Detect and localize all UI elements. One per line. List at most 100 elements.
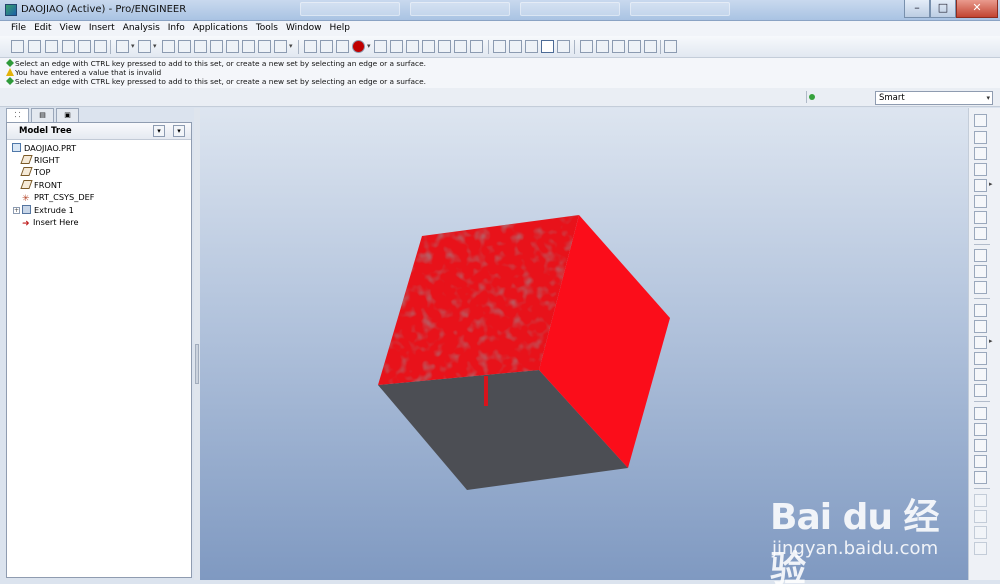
chamfer-tool-icon[interactable]: [974, 384, 987, 397]
layers-icon[interactable]: [454, 40, 467, 53]
sketch-datum-tool-icon[interactable]: [974, 227, 987, 240]
tree-item-top[interactable]: TOP: [20, 166, 50, 178]
view-manager-icon[interactable]: [470, 40, 483, 53]
toolbar-separator: [660, 40, 661, 54]
hidden-line-icon[interactable]: [509, 40, 522, 53]
find-icon[interactable]: [258, 40, 271, 53]
save-icon[interactable]: [45, 40, 58, 53]
tree-item-right[interactable]: RIGHT: [20, 154, 60, 166]
undo-icon[interactable]: [116, 40, 135, 53]
refit-icon[interactable]: [406, 40, 419, 53]
email-icon[interactable]: [78, 40, 91, 53]
datum-point-display-icon[interactable]: [612, 40, 625, 53]
menu-help[interactable]: Help: [325, 21, 354, 36]
csys-display-icon[interactable]: [628, 40, 641, 53]
show-menu-icon[interactable]: ▾: [153, 125, 165, 137]
sash-grip-icon[interactable]: [195, 344, 199, 384]
rib-tool-icon[interactable]: [974, 336, 993, 349]
maximize-button[interactable]: □: [930, 0, 956, 18]
menu-view[interactable]: View: [56, 21, 85, 36]
merge-tool-icon[interactable]: [974, 439, 987, 452]
appearance-ball-icon[interactable]: [352, 40, 371, 53]
menu-file[interactable]: File: [7, 21, 30, 36]
minimize-button[interactable]: –: [904, 0, 930, 18]
extrude-tool-icon[interactable]: [974, 249, 987, 262]
tab-model-tree[interactable]: ⸬: [6, 108, 29, 122]
open-folder-icon[interactable]: [28, 40, 41, 53]
menu-insert[interactable]: Insert: [85, 21, 119, 36]
regen-manager-icon[interactable]: [242, 40, 255, 53]
shell-tool-icon[interactable]: [974, 320, 987, 333]
datum-plane-display-icon[interactable]: [580, 40, 593, 53]
zoom-out-icon[interactable]: [390, 40, 403, 53]
close-button[interactable]: ✕: [956, 0, 998, 18]
sketch-tool-icon[interactable]: [974, 114, 987, 127]
repaint-icon[interactable]: [304, 40, 317, 53]
context-help-icon[interactable]: [664, 40, 677, 53]
toolbar-separator: [574, 40, 575, 54]
navigator-tabs: ⸬ ▤ ▣: [6, 108, 81, 122]
expand-icon[interactable]: +: [13, 207, 20, 214]
tab-favorites[interactable]: ▣: [56, 108, 79, 122]
paste-icon[interactable]: [194, 40, 207, 53]
intersect-tool-icon[interactable]: [974, 542, 987, 555]
print-icon[interactable]: [62, 40, 75, 53]
tab-folder-browser[interactable]: ▤: [31, 108, 54, 122]
pattern-tool-icon[interactable]: [974, 471, 987, 484]
menu-bar: File Edit View Insert Analysis Info Appl…: [0, 21, 1000, 36]
analysis-tool-icon[interactable]: [974, 211, 987, 224]
revolve-tool-icon[interactable]: [974, 265, 987, 278]
thicken-tool-icon[interactable]: [974, 510, 987, 523]
regenerate-icon[interactable]: [226, 40, 239, 53]
menu-applications[interactable]: Applications: [189, 21, 252, 36]
copy-feature-icon[interactable]: [974, 407, 987, 420]
menu-info[interactable]: Info: [164, 21, 189, 36]
reorient-icon[interactable]: [422, 40, 435, 53]
selection-filter-select[interactable]: Smart ▾: [875, 91, 993, 105]
zoom-in-icon[interactable]: [374, 40, 387, 53]
datum-axis-tool-icon[interactable]: [974, 147, 987, 160]
datum-axis-display-icon[interactable]: [596, 40, 609, 53]
spin-center-icon[interactable]: [320, 40, 333, 53]
wireframe-icon[interactable]: [493, 40, 506, 53]
datum-plane-tool-icon[interactable]: [974, 131, 987, 144]
tree-item-insert-here[interactable]: ➜ Insert Here: [22, 216, 79, 229]
extrude-icon: [22, 205, 31, 214]
trim-tool-icon[interactable]: [974, 455, 987, 468]
offset-tool-icon[interactable]: [974, 494, 987, 507]
hole-tool-icon[interactable]: [974, 304, 987, 317]
solidify-tool-icon[interactable]: [974, 526, 987, 539]
csys-tool-icon[interactable]: [974, 195, 987, 208]
no-hidden-icon[interactable]: [525, 40, 538, 53]
menu-edit[interactable]: Edit: [30, 21, 55, 36]
copy-icon[interactable]: [178, 40, 191, 53]
menu-tools[interactable]: Tools: [252, 21, 282, 36]
draft-tool-icon[interactable]: [974, 352, 987, 365]
saved-views-icon[interactable]: [438, 40, 451, 53]
sweep-tool-icon[interactable]: [974, 281, 987, 294]
settings-menu-icon[interactable]: ▾: [173, 125, 185, 137]
annotation-display-icon[interactable]: [644, 40, 657, 53]
tree-item-part[interactable]: DAOJIAO.PRT: [12, 142, 76, 154]
tree-item-csys[interactable]: ✳ PRT_CSYS_DEF: [22, 191, 95, 204]
enhanced-realism-icon[interactable]: [557, 40, 570, 53]
datum-plane-icon: [20, 180, 33, 189]
tree-item-extrude[interactable]: + Extrude 1: [13, 204, 74, 216]
paste-special-icon[interactable]: [210, 40, 223, 53]
mirror-tool-icon[interactable]: [974, 423, 987, 436]
select-box-icon[interactable]: [274, 40, 293, 53]
shading-icon[interactable]: [541, 40, 554, 53]
tree-item-front[interactable]: FRONT: [20, 179, 62, 191]
send-icon[interactable]: [94, 40, 107, 53]
new-file-icon[interactable]: [11, 40, 24, 53]
menu-window[interactable]: Window: [282, 21, 326, 36]
datum-point-tool-icon[interactable]: [974, 179, 993, 192]
toolbar-separator: [488, 40, 489, 54]
round-tool-icon[interactable]: [974, 368, 987, 381]
datum-curve-tool-icon[interactable]: [974, 163, 987, 176]
orient-mode-icon[interactable]: [336, 40, 349, 53]
menu-analysis[interactable]: Analysis: [119, 21, 164, 36]
cut-icon[interactable]: [162, 40, 175, 53]
redo-icon[interactable]: [138, 40, 157, 53]
csys-icon: ✳: [22, 194, 30, 204]
